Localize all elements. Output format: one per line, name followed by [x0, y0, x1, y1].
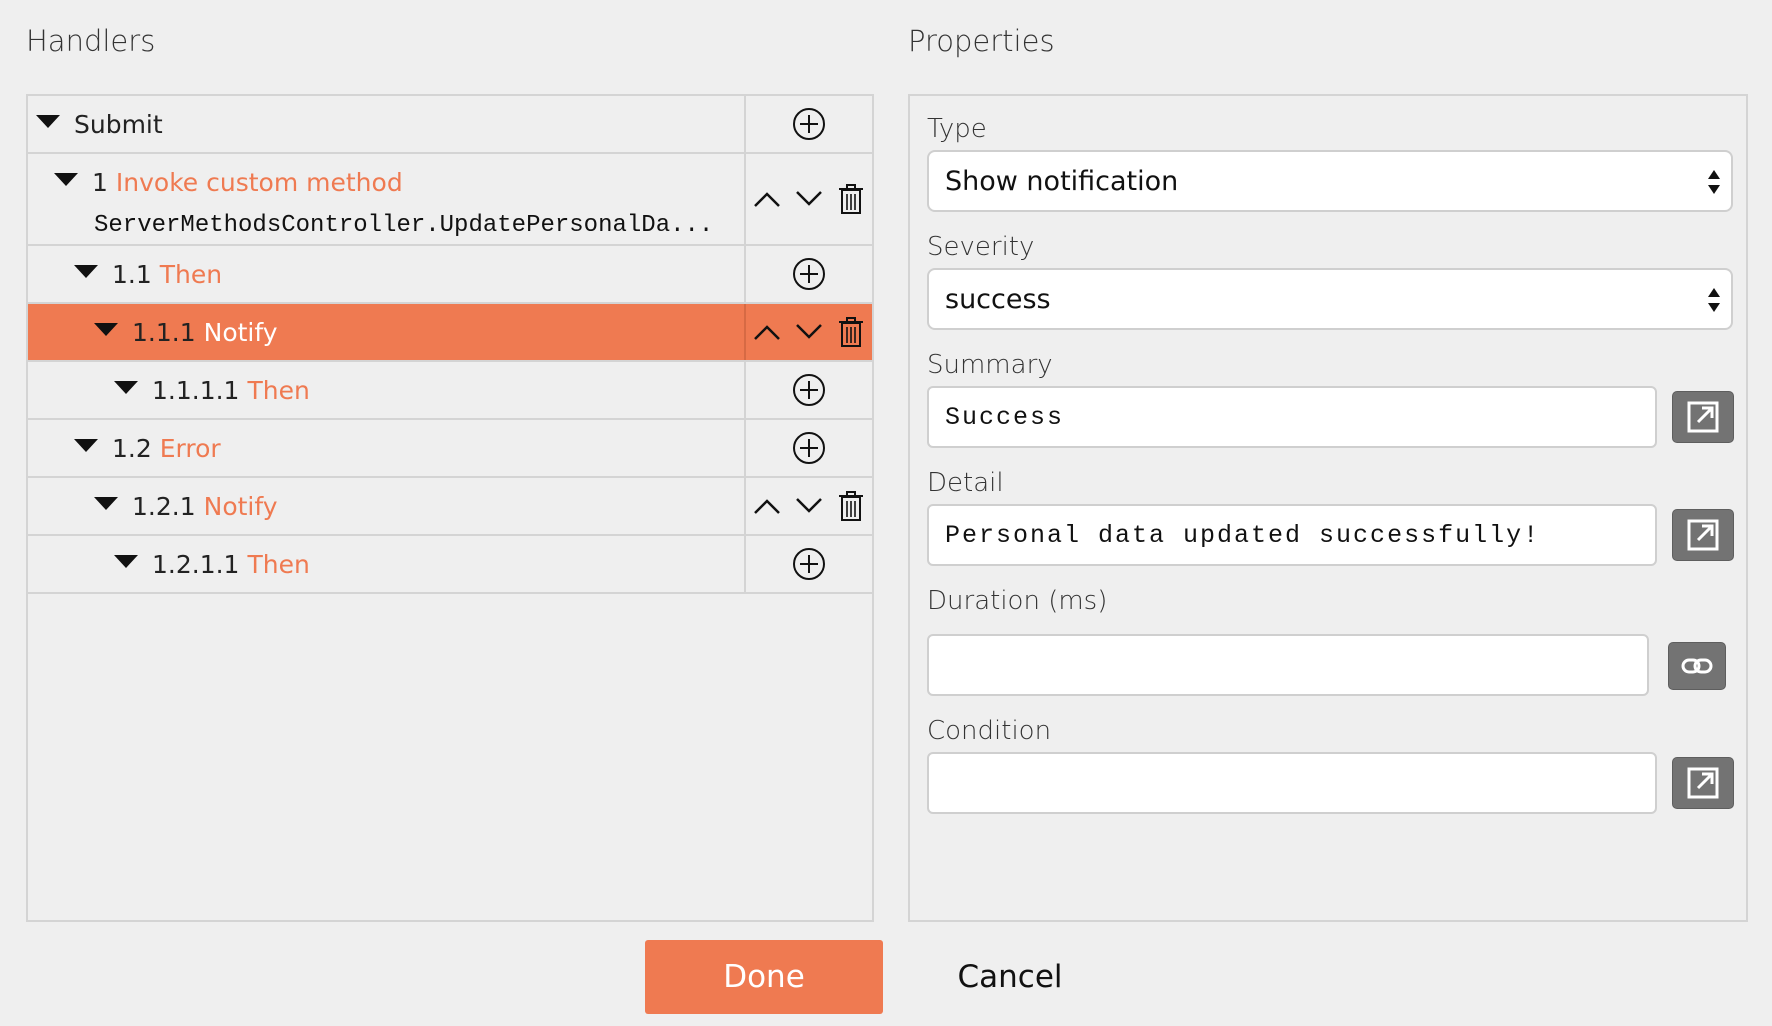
- duration-bind-button[interactable]: [1668, 642, 1726, 690]
- trash-icon[interactable]: [833, 486, 869, 526]
- move-down-icon[interactable]: [791, 179, 827, 219]
- tree-node-label: Invoke custom method: [115, 167, 403, 197]
- tree-row-invoke[interactable]: 1 Invoke custom method ServerMethodsCont…: [28, 154, 872, 246]
- open-external-icon: [1687, 519, 1719, 551]
- condition-input[interactable]: [927, 752, 1657, 814]
- tree-row-notify-selected[interactable]: 1.1.1 Notify: [28, 304, 872, 362]
- open-external-icon: [1687, 767, 1719, 799]
- trash-icon[interactable]: [833, 312, 869, 352]
- collapse-triangle-icon[interactable]: [114, 554, 138, 568]
- add-circle-icon[interactable]: [791, 370, 827, 410]
- tree-node-number: 1: [92, 167, 108, 197]
- properties-title: Properties: [908, 24, 1055, 58]
- move-down-icon[interactable]: [791, 312, 827, 352]
- collapse-triangle-icon[interactable]: [74, 264, 98, 278]
- type-label: Type: [927, 114, 987, 144]
- tree-node-label: Then: [247, 549, 310, 579]
- detail-input[interactable]: Personal data updated successfully!: [927, 504, 1657, 566]
- tree-row-error[interactable]: 1.2 Error: [28, 420, 872, 478]
- select-arrows-icon: [1708, 170, 1720, 194]
- trash-icon[interactable]: [833, 179, 869, 219]
- tree-row-then[interactable]: 1.2.1.1 Then: [28, 536, 872, 594]
- detail-label: Detail: [927, 468, 1004, 498]
- tree-row-then[interactable]: 1.1.1.1 Then: [28, 362, 872, 420]
- tree-node-number: 1.2.1.1: [152, 549, 240, 579]
- tree-node-number: 1.1.1: [132, 317, 196, 347]
- tree-node-label: Submit: [74, 109, 163, 139]
- collapse-triangle-icon[interactable]: [36, 114, 60, 128]
- move-down-icon[interactable]: [791, 486, 827, 526]
- open-external-icon: [1687, 401, 1719, 433]
- select-arrows-icon: [1708, 288, 1720, 312]
- tree-node-number: 1.2: [112, 433, 152, 463]
- tree-row-then[interactable]: 1.1 Then: [28, 246, 872, 304]
- add-circle-icon[interactable]: [791, 104, 827, 144]
- collapse-triangle-icon[interactable]: [54, 172, 78, 186]
- tree-node-label: Notify: [203, 317, 278, 347]
- collapse-triangle-icon[interactable]: [74, 438, 98, 452]
- tree-node-label: Then: [247, 375, 310, 405]
- collapse-triangle-icon[interactable]: [114, 380, 138, 394]
- add-circle-icon[interactable]: [791, 428, 827, 468]
- move-up-icon[interactable]: [749, 312, 785, 352]
- severity-select[interactable]: success: [927, 268, 1733, 330]
- severity-label: Severity: [927, 232, 1035, 262]
- detail-expand-button[interactable]: [1672, 509, 1734, 561]
- add-circle-icon[interactable]: [791, 254, 827, 294]
- tree-node-label: Error: [159, 433, 221, 463]
- condition-expand-button[interactable]: [1672, 757, 1734, 809]
- cancel-button[interactable]: Cancel: [940, 940, 1080, 1014]
- tree-row-notify[interactable]: 1.2.1 Notify: [28, 478, 872, 536]
- collapse-triangle-icon[interactable]: [94, 322, 118, 336]
- handlers-title: Handlers: [26, 24, 156, 58]
- type-select[interactable]: Show notification: [927, 150, 1733, 212]
- condition-label: Condition: [927, 716, 1052, 746]
- tree-node-label: Notify: [203, 491, 278, 521]
- tree-node-number: 1.1.1.1: [152, 375, 240, 405]
- duration-label: Duration (ms): [927, 586, 1108, 616]
- move-up-icon[interactable]: [749, 486, 785, 526]
- duration-input[interactable]: [927, 634, 1649, 696]
- done-button[interactable]: Done: [645, 940, 883, 1014]
- add-circle-icon[interactable]: [791, 544, 827, 584]
- summary-input[interactable]: Success: [927, 386, 1657, 448]
- type-select-value: Show notification: [945, 165, 1179, 197]
- tree-row-submit[interactable]: Submit: [28, 96, 872, 154]
- severity-select-value: success: [945, 283, 1051, 315]
- summary-expand-button[interactable]: [1672, 391, 1734, 443]
- move-up-icon[interactable]: [749, 179, 785, 219]
- properties-panel: Type Show notification Severity success …: [908, 94, 1748, 922]
- link-icon: [1681, 658, 1713, 674]
- tree-node-number: 1.2.1: [132, 491, 196, 521]
- tree-node-label: Then: [159, 259, 223, 289]
- tree-node-number: 1.1: [112, 259, 152, 289]
- collapse-triangle-icon[interactable]: [94, 496, 118, 510]
- method-signature: ServerMethodsController.UpdatePersonalDa…: [94, 212, 714, 239]
- handlers-tree: Submit 1 Invoke custom method ServerMeth…: [26, 94, 874, 922]
- summary-label: Summary: [927, 350, 1053, 380]
